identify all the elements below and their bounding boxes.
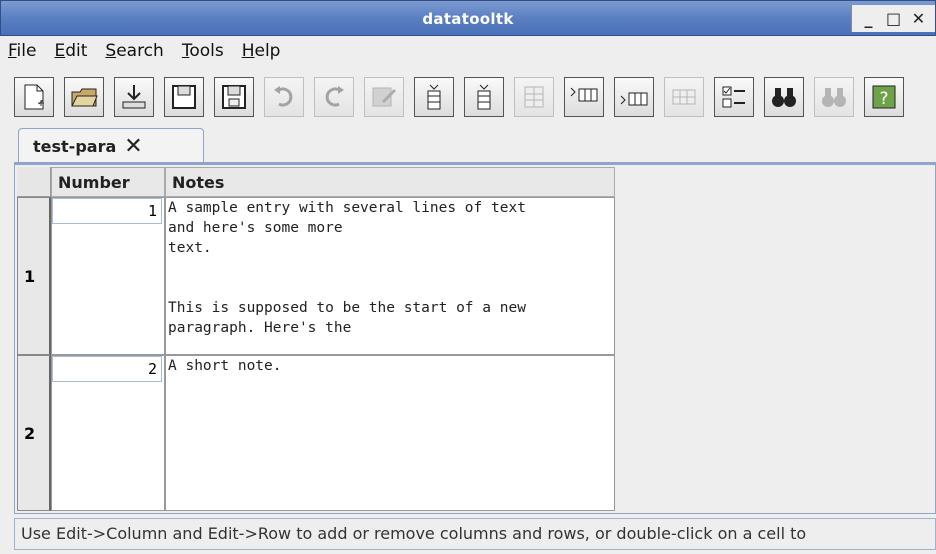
save-icon <box>172 85 196 109</box>
properties-icon <box>722 86 745 108</box>
table-corner <box>17 167 51 197</box>
import-icon <box>122 85 146 109</box>
insert-row-before-button[interactable] <box>564 77 604 117</box>
table-cell-number[interactable]: 2 <box>51 355 165 511</box>
insert-column-before-icon <box>427 84 441 110</box>
menu-tools[interactable]: Tools <box>180 39 226 63</box>
edit-cell-icon <box>372 87 397 107</box>
tab-test-para[interactable]: test-para ✕ <box>18 128 204 164</box>
menu-edit[interactable]: Edit <box>52 39 89 63</box>
row-header[interactable]: 2 <box>17 355 51 511</box>
column-header-number[interactable]: Number <box>51 167 165 197</box>
properties-button[interactable] <box>714 77 754 117</box>
help-button[interactable]: ? <box>864 77 904 117</box>
insert-column-after-icon <box>477 84 491 110</box>
menu-file[interactable]: File <box>6 39 38 63</box>
import-button[interactable] <box>114 77 154 117</box>
minimize-button[interactable]: _ <box>859 9 879 28</box>
close-button[interactable]: ✕ <box>909 9 929 28</box>
tab-close-icon[interactable]: ✕ <box>124 135 142 158</box>
help-icon: ? <box>872 85 896 109</box>
row-header[interactable]: 1 <box>17 197 51 355</box>
number-value: 1 <box>52 198 162 224</box>
insert-row-before-icon <box>570 87 598 102</box>
title-bar: datatooltk _ □ ✕ <box>0 0 936 36</box>
remove-row-button[interactable] <box>664 77 704 117</box>
tab-bar: test-para ✕ <box>14 126 936 164</box>
svg-text:?: ? <box>879 89 888 109</box>
window-title: datatooltk <box>422 10 514 28</box>
tab-label: test-para <box>33 137 117 156</box>
maximize-button[interactable]: □ <box>884 9 904 28</box>
undo-icon <box>274 86 293 107</box>
undo-button[interactable] <box>264 77 304 117</box>
redo-button[interactable] <box>314 77 354 117</box>
notes-text: A short note. <box>168 358 282 374</box>
find-icon <box>772 88 796 107</box>
window-controls: _ □ ✕ <box>851 5 935 32</box>
find-button[interactable] <box>764 77 804 117</box>
insert-column-after-button[interactable] <box>464 77 504 117</box>
table-cell-number[interactable]: 1 <box>51 197 165 355</box>
open-button[interactable] <box>64 77 104 117</box>
insert-row-after-button[interactable] <box>614 77 654 117</box>
new-button[interactable] <box>14 77 54 117</box>
insert-column-before-button[interactable] <box>414 77 454 117</box>
insert-row-after-icon <box>620 92 648 106</box>
remove-column-icon <box>524 86 544 108</box>
table-panel: Number Notes 1 1 A sample entry with sev… <box>14 164 936 514</box>
open-folder-icon <box>71 88 98 107</box>
menu-search[interactable]: Search <box>103 39 165 63</box>
notes-text: A sample entry with several lines of tex… <box>168 200 526 336</box>
number-value: 2 <box>52 356 162 382</box>
save-as-button[interactable] <box>214 77 254 117</box>
save-as-icon <box>222 85 246 109</box>
remove-column-button[interactable] <box>514 77 554 117</box>
column-header-notes[interactable]: Notes <box>165 167 615 197</box>
redo-icon <box>325 86 344 107</box>
remove-row-icon <box>672 89 696 105</box>
menu-help[interactable]: Help <box>240 39 283 63</box>
menu-bar: File Edit Search Tools Help <box>0 36 936 66</box>
table-cell-notes[interactable]: A short note. <box>165 355 615 511</box>
status-bar: Use Edit->Column and Edit->Row to add or… <box>14 518 936 550</box>
table-cell-notes[interactable]: A sample entry with several lines of tex… <box>165 197 615 355</box>
new-file-icon <box>24 84 44 110</box>
toolbar: ? <box>14 70 914 124</box>
find-again-icon <box>822 88 846 107</box>
edit-cell-button[interactable] <box>364 77 404 117</box>
find-again-button[interactable] <box>814 77 854 117</box>
save-button[interactable] <box>164 77 204 117</box>
